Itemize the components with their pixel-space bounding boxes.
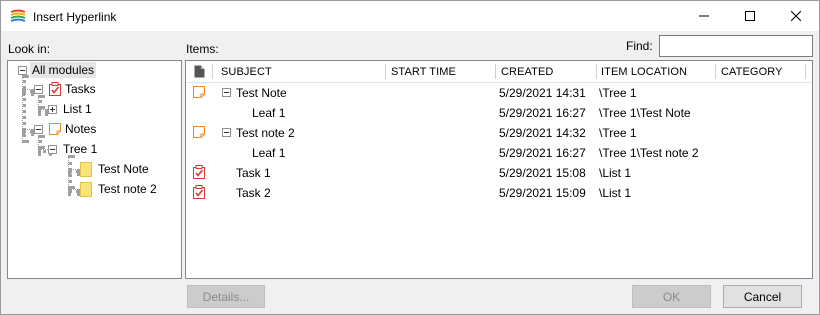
- tree-item-label: All modules: [30, 62, 97, 78]
- cell-subject: Test note 2: [236, 126, 295, 140]
- collapse-toggle-all-modules[interactable]: [18, 66, 27, 75]
- items-list[interactable]: SUBJECT START TIME CREATED ITEM LOCATION…: [185, 60, 813, 279]
- table-row[interactable]: Task 2 5/29/2021 15:09 \List 1: [186, 182, 812, 202]
- column-header-row: SUBJECT START TIME CREATED ITEM LOCATION…: [186, 61, 812, 83]
- cell-subject: Task 1: [236, 166, 271, 180]
- tree-item-list-1[interactable]: List 1: [63, 100, 92, 118]
- column-header-category[interactable]: CATEGORY: [721, 66, 783, 78]
- collapse-toggle-tasks[interactable]: [34, 85, 43, 94]
- cell-item-location: \Tree 1\Test note 2: [599, 146, 699, 160]
- title-bar[interactable]: Insert Hyperlink: [1, 1, 819, 31]
- cell-item-location: \Tree 1\Test Note: [599, 106, 691, 120]
- window-title: Insert Hyperlink: [33, 10, 117, 24]
- tree-item-label: List 1: [63, 102, 92, 116]
- note-icon: [193, 86, 205, 98]
- column-divider[interactable]: [805, 64, 806, 79]
- tree-item-test-note-2[interactable]: Test note 2: [80, 180, 157, 198]
- tree-connector: [38, 135, 42, 149]
- column-header-start-time[interactable]: START TIME: [391, 66, 456, 78]
- page-icon: [80, 161, 92, 177]
- tree-item-all-modules[interactable]: All modules: [30, 61, 97, 79]
- close-button[interactable]: [773, 1, 819, 31]
- column-divider[interactable]: [385, 64, 386, 79]
- column-divider[interactable]: [596, 64, 597, 79]
- tree-item-label: Test note 2: [98, 182, 157, 196]
- cell-item-location: \Tree 1: [599, 126, 637, 140]
- find-label: Find:: [626, 39, 653, 53]
- note-icon: [49, 123, 61, 135]
- column-header-subject[interactable]: SUBJECT: [221, 66, 272, 78]
- close-icon: [791, 11, 801, 21]
- table-row[interactable]: Task 1 5/29/2021 15:08 \List 1: [186, 162, 812, 182]
- column-divider[interactable]: [212, 64, 213, 79]
- tree-connector: [22, 129, 34, 133]
- cell-created: 5/29/2021 15:08: [499, 166, 586, 180]
- tree-connector: [68, 169, 80, 173]
- cell-created: 5/29/2021 16:27: [499, 146, 586, 160]
- cell-subject: Test Note: [236, 86, 287, 100]
- look-in-label: Look in:: [8, 42, 51, 56]
- table-row[interactable]: Test Note 5/29/2021 14:31 \Tree 1: [186, 82, 812, 102]
- note-icon: [193, 126, 205, 138]
- column-header-item-location[interactable]: ITEM LOCATION: [601, 66, 687, 78]
- minimize-icon: [699, 15, 709, 17]
- table-row[interactable]: Leaf 1 5/29/2021 16:27 \Tree 1\Test note…: [186, 142, 812, 162]
- tree-item-label: Tree 1: [63, 142, 98, 156]
- tree-connector: [22, 89, 34, 93]
- collapse-toggle-notes[interactable]: [34, 125, 43, 134]
- column-divider[interactable]: [495, 64, 496, 79]
- task-icon: [193, 185, 205, 199]
- cell-subject: Leaf 1: [252, 106, 286, 120]
- tree-item-tree-1[interactable]: Tree 1: [63, 140, 97, 158]
- cell-subject: Task 2: [236, 186, 271, 200]
- details-button[interactable]: Details...: [187, 285, 265, 308]
- cell-created: 5/29/2021 16:27: [499, 106, 586, 120]
- find-input[interactable]: [659, 35, 813, 57]
- app-logo-icon: [10, 9, 26, 22]
- table-row[interactable]: Leaf 1 5/29/2021 16:27 \Tree 1\Test Note: [186, 102, 812, 122]
- cell-created: 5/29/2021 15:09: [499, 186, 586, 200]
- tree-item-notes[interactable]: Notes: [48, 120, 96, 138]
- task-icon: [49, 82, 61, 96]
- maximize-icon: [745, 11, 755, 21]
- insert-hyperlink-dialog: Insert Hyperlink Look in: Items: Find: A…: [0, 0, 820, 315]
- maximize-button[interactable]: [727, 1, 773, 31]
- cancel-button[interactable]: Cancel: [723, 285, 802, 308]
- modules-tree[interactable]: All modules Tasks List 1 Notes Tree 1 Te…: [7, 60, 182, 279]
- column-header-created[interactable]: CREATED: [501, 66, 553, 78]
- cell-item-location: \List 1: [599, 166, 632, 180]
- tree-item-label: Notes: [65, 122, 97, 136]
- minimize-button[interactable]: [681, 1, 727, 31]
- tree-connector: [38, 109, 48, 113]
- table-row[interactable]: Test note 2 5/29/2021 14:32 \Tree 1: [186, 122, 812, 142]
- collapse-toggle-row[interactable]: [222, 128, 231, 137]
- expand-toggle-list1[interactable]: [48, 105, 57, 114]
- tree-item-label: Tasks: [65, 82, 96, 96]
- tree-connector: [68, 189, 80, 193]
- cell-created: 5/29/2021 14:31: [499, 86, 586, 100]
- cell-item-location: \List 1: [599, 186, 632, 200]
- tree-item-tasks[interactable]: Tasks: [48, 80, 96, 98]
- tree-connector: [38, 95, 42, 109]
- items-label: Items:: [186, 42, 219, 56]
- document-icon: [194, 65, 205, 78]
- collapse-toggle-tree1[interactable]: [48, 145, 57, 154]
- column-divider[interactable]: [715, 64, 716, 79]
- page-icon: [80, 181, 92, 197]
- cell-created: 5/29/2021 14:32: [499, 126, 586, 140]
- collapse-toggle-row[interactable]: [222, 88, 231, 97]
- cell-subject: Leaf 1: [252, 146, 286, 160]
- tree-item-test-note[interactable]: Test Note: [80, 160, 149, 178]
- ok-button[interactable]: OK: [632, 285, 711, 308]
- tree-item-label: Test Note: [98, 162, 149, 176]
- cell-item-location: \Tree 1: [599, 86, 637, 100]
- task-icon: [193, 165, 205, 179]
